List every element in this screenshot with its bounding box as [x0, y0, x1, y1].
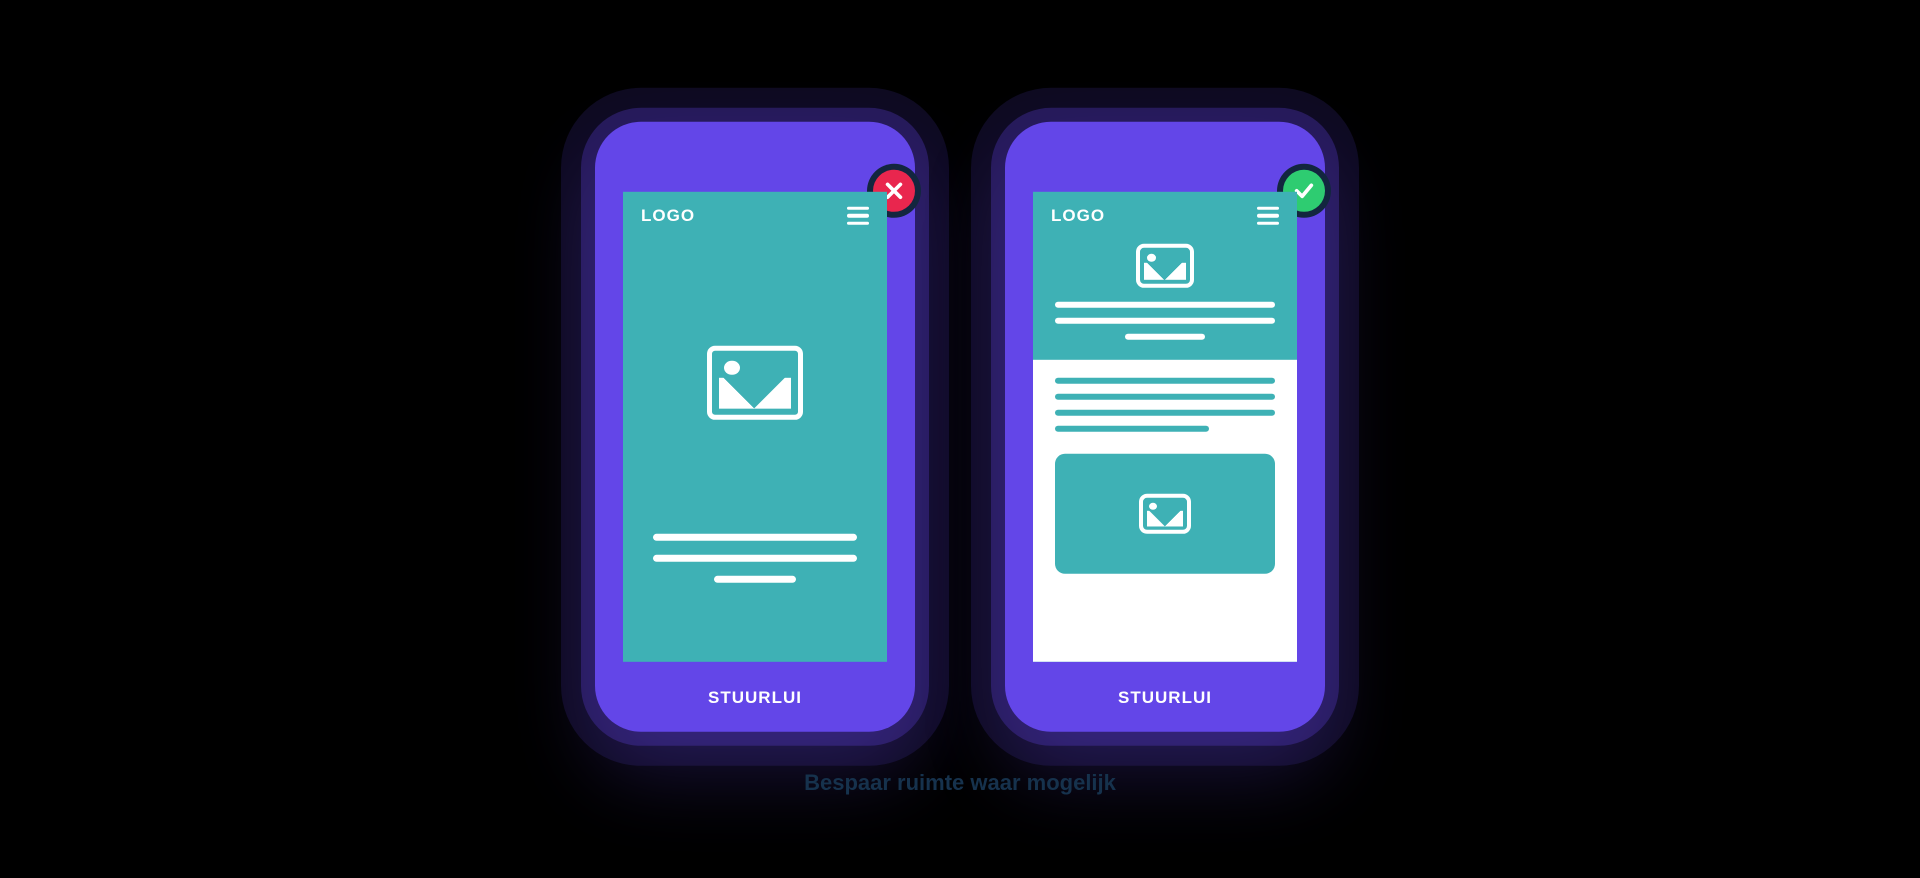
- phone-mockup-good: LOGO S: [1005, 122, 1325, 732]
- paragraph-placeholder: [1055, 378, 1275, 432]
- logo-text: LOGO: [1051, 206, 1105, 226]
- text-line-short: [1055, 426, 1209, 432]
- image-placeholder-icon: [1139, 494, 1191, 534]
- hero-text-lines: [1033, 302, 1297, 360]
- phone-mockup-bad: LOGO STUURLUI: [595, 122, 915, 732]
- text-line: [1055, 394, 1275, 400]
- text-line: [1055, 410, 1275, 416]
- text-line-short: [1125, 334, 1204, 340]
- text-placeholder-block: [623, 534, 887, 583]
- text-line: [1055, 302, 1275, 308]
- hamburger-icon: [847, 207, 869, 226]
- text-line: [653, 534, 857, 541]
- topbar: LOGO: [623, 192, 887, 238]
- text-line: [653, 555, 857, 562]
- phone-footer-label: STUURLUI: [595, 688, 915, 708]
- content-body: [1033, 360, 1297, 662]
- text-line-short: [714, 576, 796, 583]
- screen-good: LOGO: [1033, 192, 1297, 662]
- figure-caption: Bespaar ruimte waar mogelijk: [804, 770, 1116, 796]
- text-line: [1055, 318, 1275, 324]
- content-card: [1055, 454, 1275, 574]
- screen-bad: LOGO: [623, 192, 887, 662]
- image-placeholder-icon: [707, 346, 803, 420]
- hero-area-small: [1033, 238, 1297, 302]
- text-line: [1055, 378, 1275, 384]
- hero-area-large: [623, 238, 887, 528]
- logo-text: LOGO: [641, 206, 695, 226]
- phone-footer-label: STUURLUI: [1005, 688, 1325, 708]
- hamburger-icon: [1257, 207, 1279, 226]
- image-placeholder-icon: [1136, 244, 1194, 288]
- topbar: LOGO: [1033, 192, 1297, 238]
- comparison-stage: LOGO STUURLUI LOGO: [595, 122, 1325, 732]
